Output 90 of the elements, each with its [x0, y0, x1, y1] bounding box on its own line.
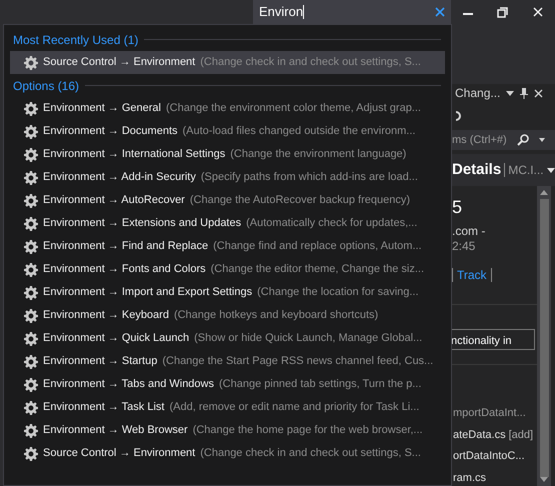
option-description: (Change the environment color theme, Adjust grap... [166, 101, 421, 116]
gear-icon [24, 378, 38, 392]
option-path: Environment → Add-in Security [43, 170, 196, 186]
result-item[interactable]: Environment → Quick Launch (Show or hide Quick Launch, Manage Global... [10, 327, 445, 350]
close-icon[interactable] [534, 88, 544, 98]
restore-icon[interactable] [497, 6, 508, 18]
panel-title: Chang... [455, 85, 500, 102]
option-description: (Show or hide Quick Launch, Manage Global... [194, 331, 422, 346]
option-path: Environment → Keyboard [43, 308, 169, 324]
gear-icon [24, 332, 38, 346]
option-description: (Change the editor theme, Change the siz... [210, 262, 424, 278]
result-item[interactable]: Environment → AutoRecover (Change the AutoRecover backup frequency) [10, 189, 445, 212]
option-path: Source Control → Environment [43, 55, 196, 70]
option-path: Environment → Quick Launch [43, 331, 190, 346]
option-path: Environment → Extensions and Updates [43, 216, 242, 232]
gear-icon [24, 170, 38, 184]
gear-icon [24, 262, 38, 276]
gear-icon [24, 216, 38, 230]
option-path: Environment → Find and Replace [43, 239, 208, 254]
result-item[interactable]: Environment → Keyboard (Change hotkeys and keyboard shortcuts) [10, 304, 445, 327]
search-field[interactable]: Environ [253, 0, 451, 24]
track-link[interactable]: Track [457, 266, 487, 284]
option-path: Environment → Fonts and Colors [43, 262, 206, 278]
gear-icon [24, 240, 38, 254]
result-item[interactable]: Source Control → Environment (Change check in and check out settings, S... [10, 51, 445, 74]
result-item[interactable]: Environment → Extensions and Updates (Automatically check for updates,... [10, 212, 445, 235]
scrollbar[interactable] [537, 186, 551, 486]
owner-text: .com - [452, 224, 486, 239]
result-item[interactable]: Environment → Find and Replace (Change find and replace options, Autom... [10, 235, 445, 258]
option-path: Environment → Documents [43, 124, 178, 140]
change-tag: [add] [508, 426, 534, 444]
scroll-up-icon[interactable] [540, 190, 548, 195]
gear-icon [24, 286, 38, 300]
option-description: (Change the home page for the web browser,... [192, 423, 423, 438]
search-icon[interactable] [516, 134, 529, 146]
result-item[interactable]: Environment → Task List (Add, remove or edit name and priority for Task Li... [10, 396, 445, 419]
option-path: Environment → Import and Export Settings [43, 285, 252, 300]
option-path: Environment → Web Browser [43, 423, 188, 438]
result-item[interactable]: Environment → Fonts and Colors (Change the editor theme, Change the siz... [10, 258, 445, 281]
gear-icon [24, 56, 38, 70]
option-description: (Change the location for saving... [257, 285, 419, 300]
option-path: Environment → AutoRecover [43, 193, 185, 208]
group-header: Most Recently Used (1) [13, 32, 138, 48]
option-description: (Change check in and check out settings, S... [200, 446, 421, 462]
option-description: (Change the AutoRecover backup frequency) [190, 193, 410, 208]
gear-icon [24, 424, 38, 438]
gear-icon [24, 194, 38, 208]
pin-icon[interactable] [520, 88, 528, 98]
time-text: 2:45 [452, 239, 476, 254]
gear-icon [24, 446, 38, 460]
option-description: (Change find and replace options, Autom... [213, 239, 422, 254]
caret-icon[interactable] [546, 168, 555, 172]
gear-icon [24, 354, 38, 368]
file-name[interactable]: ram.cs [453, 470, 486, 486]
option-description: (Specify paths from which add-ins are load... [200, 170, 418, 186]
option-path: Environment → International Settings [43, 147, 226, 162]
option-path: Environment → General [43, 101, 161, 116]
file-name[interactable]: ateData.cs [453, 426, 506, 444]
gear-icon [24, 124, 38, 138]
gear-icon [24, 400, 38, 414]
file-name[interactable]: ortDataIntoC... [453, 448, 525, 465]
option-description: (Automatically check for updates,... [246, 216, 418, 232]
gear-icon [24, 102, 38, 116]
result-item[interactable]: Environment → General (Change the environment color theme, Adjust grap... [10, 97, 445, 120]
result-item[interactable]: Environment → Add-in Security (Specify paths from which add-ins are load... [10, 166, 445, 189]
option-path: Source Control → Environment [43, 446, 196, 462]
changeset-number: 5 [452, 196, 464, 218]
option-description: (Auto-load files changed outside the environm... [182, 124, 416, 140]
option-path: Environment → Startup [43, 354, 158, 370]
gear-icon [24, 148, 38, 162]
context-label[interactable]: MC.I... [508, 161, 544, 179]
option-path: Environment → Tabs and Windows [43, 377, 214, 392]
option-description: (Change hotkeys and keyboard shortcuts) [174, 308, 378, 324]
option-description: (Change the environment language) [230, 147, 406, 162]
file-name[interactable]: mportDataInt... [453, 405, 526, 422]
group-header: Options (16) [13, 78, 80, 94]
result-item[interactable]: Environment → Import and Export Settings (Change the location for saving... [10, 281, 445, 304]
result-item[interactable]: Environment → Web Browser (Change the home page for the web browser,... [10, 419, 445, 442]
result-item[interactable]: Environment → Tabs and Windows (Change pinned tab settings, Turn the p... [10, 373, 445, 396]
option-path: Environment → Task List [43, 400, 164, 416]
section-heading: Details [452, 160, 502, 180]
result-item[interactable]: Environment → Startup (Change the Start Page RSS news channel feed, Cus... [10, 350, 445, 373]
caret-icon[interactable] [538, 138, 545, 142]
option-description: (Add, remove or edit name and priority for Task Li... [169, 400, 420, 416]
caret-icon[interactable] [506, 90, 514, 96]
option-description: (Change the Start Page RSS news channel feed, Cus... [162, 354, 434, 370]
option-description: (Change check in and check out settings, S... [200, 55, 421, 70]
result-item[interactable]: Source Control → Environment (Change check in and check out settings, S... [10, 442, 445, 465]
option-description: (Change pinned tab settings, Turn the p... [219, 377, 422, 392]
gear-icon [24, 308, 38, 322]
